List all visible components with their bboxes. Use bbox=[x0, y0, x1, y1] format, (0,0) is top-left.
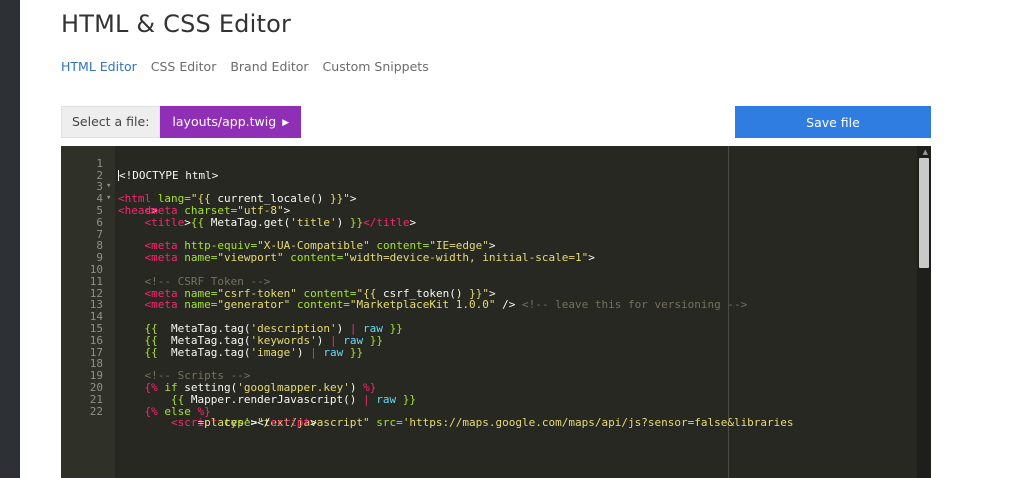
code-line: 6 bbox=[61, 205, 917, 228]
code-line: 12 <meta name="generator" content="Marke… bbox=[61, 276, 917, 310]
code-line: 22 <script type="text/javascript" src='h… bbox=[61, 394, 917, 428]
code-line: 21 {% else %} bbox=[61, 382, 917, 416]
code-line: 15 {{ MetaTag.tag('keywords') | raw }} bbox=[61, 311, 917, 346]
code-line: 8 <meta name="viewport" content="width=d… bbox=[61, 229, 917, 263]
code-line-wrap: =places'></script> bbox=[197, 416, 317, 430]
code-line: 18 <!-- Scripts --> bbox=[61, 347, 917, 381]
code-line: 1 <!DOCTYPE html> bbox=[61, 146, 917, 180]
vertical-scrollbar[interactable]: ▲ bbox=[917, 146, 931, 478]
code-editor[interactable]: 1 <!DOCTYPE html> 2 ▾ <html lang="{{ cur… bbox=[61, 146, 931, 478]
selected-file-name: layouts/app.twig bbox=[172, 114, 277, 129]
code-line: 14 {{ MetaTag.tag('description') | raw }… bbox=[61, 299, 917, 334]
code-line: 7 <meta http-equiv="X-UA-Compatible" con… bbox=[61, 217, 917, 251]
save-file-button[interactable]: Save file bbox=[735, 106, 931, 138]
file-selector-bar: Select a file: layouts/app.twig ▶ bbox=[61, 106, 302, 138]
code-line: 20 {{ Mapper.renderJavascript() | raw }} bbox=[61, 370, 917, 405]
left-sidebar-rail bbox=[0, 0, 20, 478]
select-file-label: Select a file: bbox=[61, 106, 161, 138]
code-line: 3 ▾ <head> bbox=[61, 170, 917, 216]
code-line: 2 ▾ <html lang="{{ current_locale() }}"> bbox=[61, 158, 917, 204]
code-line: 19 {% if setting('googlmapper.key') %} bbox=[61, 358, 917, 393]
editor-tabs: HTML Editor CSS Editor Brand Editor Cust… bbox=[61, 59, 429, 74]
tab-html-editor[interactable]: HTML Editor bbox=[61, 59, 137, 74]
file-select-dropdown[interactable]: layouts/app.twig ▶ bbox=[160, 106, 302, 138]
code-line: 4 <meta charset="utf-8"> bbox=[61, 181, 917, 216]
code-line: 17 bbox=[61, 335, 917, 358]
code-lines: 1 <!DOCTYPE html> 2 ▾ <html lang="{{ cur… bbox=[61, 146, 917, 430]
page-title: HTML & CSS Editor bbox=[61, 10, 292, 38]
code-line: 10 <!-- CSRF Token --> bbox=[61, 252, 917, 287]
code-line: 13 bbox=[61, 288, 917, 311]
code-line: 9 bbox=[61, 240, 917, 264]
tab-custom-snippets[interactable]: Custom Snippets bbox=[323, 59, 429, 74]
caret-right-icon: ▶ bbox=[282, 118, 290, 128]
scrollbar-thumb[interactable] bbox=[919, 158, 929, 268]
code-line: 16 {{ MetaTag.tag('image') | raw }} bbox=[61, 323, 917, 357]
code-line: 5 <title>{{ MetaTag.get('title') }}</tit… bbox=[61, 193, 917, 228]
scroll-up-arrow-icon[interactable]: ▲ bbox=[923, 148, 928, 156]
tab-brand-editor[interactable]: Brand Editor bbox=[230, 59, 308, 74]
code-line: 11 <meta name="csrf-token" content="{{ c… bbox=[61, 264, 917, 298]
tab-css-editor[interactable]: CSS Editor bbox=[151, 59, 217, 74]
